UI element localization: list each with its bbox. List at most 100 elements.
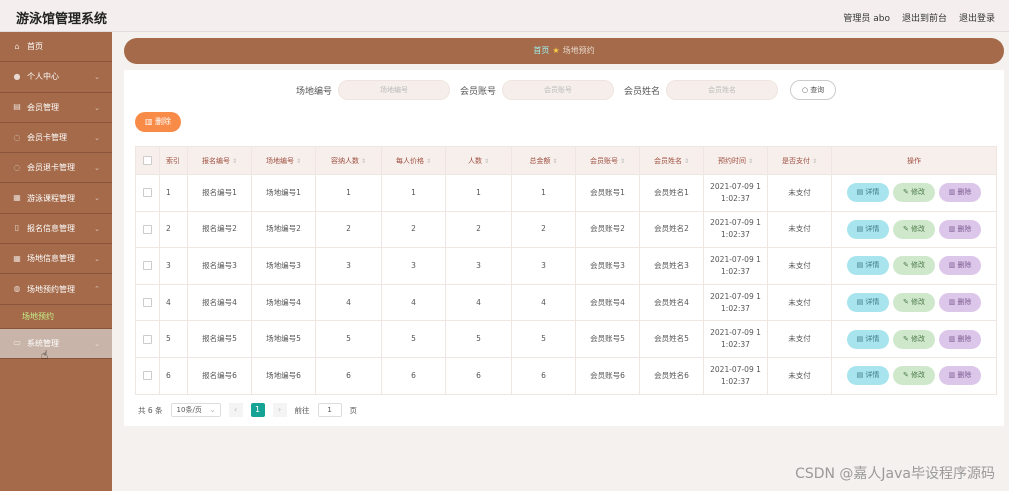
chevron-down-icon: ⌄ bbox=[94, 164, 100, 173]
logout-link[interactable]: 退出登录 bbox=[959, 11, 995, 24]
member-account-input[interactable]: 会员账号 bbox=[502, 80, 614, 100]
detail-label: 详情 bbox=[865, 371, 880, 380]
cell-venue-no: 场地编号6 bbox=[251, 356, 316, 395]
edit-button[interactable]: ✎ 修改 bbox=[893, 219, 935, 239]
cell-paid: 未支付 bbox=[767, 174, 832, 212]
cell-name: 会员姓名3 bbox=[639, 247, 704, 285]
col-signup-no[interactable]: 报名编号 ⇕ bbox=[187, 146, 252, 175]
row-checkbox[interactable] bbox=[135, 356, 160, 395]
sidebar-subitem-reservation[interactable]: 场地预约 bbox=[0, 305, 112, 329]
delete-button[interactable]: ▥ 删除 bbox=[939, 219, 981, 239]
cell-actions: ▤ 详情 ✎ 修改 ▥ 删除 bbox=[831, 210, 997, 249]
member-icon: ▤ bbox=[13, 102, 21, 112]
col-price[interactable]: 每人价格 ⇕ bbox=[381, 146, 446, 175]
delete-button[interactable]: ▥ 删除 bbox=[939, 256, 981, 276]
cell-account: 会员账号5 bbox=[575, 320, 640, 358]
detail-button[interactable]: ▤ 详情 bbox=[847, 293, 889, 313]
detail-button[interactable]: ▤ 详情 bbox=[847, 256, 889, 276]
cell-venue-no: 场地编号4 bbox=[251, 283, 316, 322]
detail-button[interactable]: ▤ 详情 bbox=[847, 183, 889, 203]
cell-price: 1 bbox=[381, 174, 446, 212]
col-name[interactable]: 会员姓名 ⇕ bbox=[639, 146, 704, 175]
sidebar-item-cards[interactable]: ◌ 会员卡管理 ⌄ bbox=[0, 123, 112, 154]
time-line-1: 2021-07-09 1 bbox=[710, 328, 761, 338]
row-checkbox[interactable] bbox=[135, 283, 160, 322]
time-line-2: 1:02:37 bbox=[721, 376, 750, 386]
col-capacity[interactable]: 容纳人数 ⇕ bbox=[315, 146, 382, 175]
edit-button[interactable]: ✎ 修改 bbox=[893, 329, 935, 349]
col-paid[interactable]: 是否支付 ⇕ bbox=[767, 146, 832, 175]
sort-icon: ⇕ bbox=[619, 157, 626, 165]
row-checkbox[interactable] bbox=[135, 247, 160, 285]
search-button[interactable]: ○ 查询 bbox=[790, 80, 837, 100]
venue-no-input[interactable]: 场地编号 bbox=[337, 80, 450, 100]
exit-to-front-link[interactable]: 退出到前台 bbox=[902, 11, 947, 24]
edit-button[interactable]: ✎ 修改 bbox=[893, 256, 935, 276]
home-icon: ⌂ bbox=[14, 41, 20, 51]
col-account[interactable]: 会员账号 ⇕ bbox=[575, 146, 640, 175]
edit-button[interactable]: ✎ 修改 bbox=[893, 183, 935, 203]
delete-button[interactable]: ▥ 删除 bbox=[939, 366, 981, 386]
venue-no-label: 场地编号 bbox=[295, 86, 332, 97]
time-line-1: 2021-07-09 1 bbox=[710, 218, 761, 228]
cell-signup-no: 报名编号4 bbox=[187, 283, 252, 322]
cell-actions: ▤ 详情 ✎ 修改 ▥ 删除 bbox=[831, 356, 997, 395]
page-1-button[interactable]: 1 bbox=[250, 403, 265, 417]
detail-button[interactable]: ▤ 详情 bbox=[847, 219, 889, 239]
detail-button[interactable]: ▤ 详情 bbox=[847, 329, 889, 349]
table-header-row: 索引 报名编号 ⇕ 场地编号 ⇕ 容纳人数 ⇕ 每人价格 ⇕ 人数 ⇕ 总金额 ⇕ 会员账号… bbox=[135, 146, 997, 175]
delete-button[interactable]: ▥ 删除 bbox=[939, 293, 981, 313]
pencil-icon: ✎ bbox=[902, 188, 909, 197]
col-venue-no[interactable]: 场地编号 ⇕ bbox=[251, 146, 316, 175]
sidebar-item-signups[interactable]: ▯ 报名信息管理 ⌄ bbox=[0, 214, 112, 245]
time-line-1: 2021-07-09 1 bbox=[710, 364, 761, 374]
row-checkbox[interactable] bbox=[135, 174, 160, 212]
reservation-table: 索引 报名编号 ⇕ 场地编号 ⇕ 容纳人数 ⇕ 每人价格 ⇕ 人数 ⇕ 总金额 ⇕ 会员账号… bbox=[135, 146, 997, 395]
page-size-select[interactable]: 10条/页 ⌄ bbox=[170, 403, 221, 417]
delete-button[interactable]: ▥ 删除 bbox=[939, 329, 981, 349]
col-actions: 操作 bbox=[831, 146, 997, 175]
cell-time: 2021-07-09 1 1:02:37 bbox=[703, 356, 768, 395]
next-page-button[interactable]: › bbox=[272, 403, 287, 417]
breadcrumb-home[interactable]: 首页 bbox=[533, 46, 549, 55]
sidebar-item-courses[interactable]: ▦ 游泳课程管理 ⌄ bbox=[0, 183, 112, 214]
cell-signup-no: 报名编号2 bbox=[187, 210, 252, 249]
detail-button[interactable]: ▤ 详情 bbox=[847, 366, 889, 386]
edit-button[interactable]: ✎ 修改 bbox=[893, 293, 935, 313]
bulk-delete-button[interactable]: ▥ 删除 bbox=[135, 112, 181, 132]
col-time[interactable]: 预约时间 ⇕ bbox=[703, 146, 768, 175]
col-label: 报名编号 bbox=[201, 156, 230, 165]
sidebar-item-system[interactable]: ▭ 系统管理 ⌄ bbox=[0, 328, 112, 359]
col-people[interactable]: 人数 ⇕ bbox=[445, 146, 512, 175]
select-all-checkbox[interactable] bbox=[135, 146, 160, 175]
bulk-delete-label: 删除 bbox=[155, 117, 172, 126]
cell-paid: 未支付 bbox=[767, 247, 832, 285]
cell-paid: 未支付 bbox=[767, 356, 832, 395]
member-name-input[interactable]: 会员姓名 bbox=[666, 80, 779, 100]
prev-page-button[interactable]: ‹ bbox=[228, 403, 243, 417]
col-label: 总金额 bbox=[529, 156, 551, 165]
goto-suffix: 页 bbox=[349, 405, 358, 415]
time-line-1: 2021-07-09 1 bbox=[710, 181, 761, 191]
sidebar-item-card-return[interactable]: ◌ 会员退卡管理 ⌄ bbox=[0, 153, 112, 184]
chevron-down-icon: ⌄ bbox=[94, 133, 100, 142]
sort-icon: ⇕ bbox=[483, 157, 490, 165]
delete-button[interactable]: ▥ 删除 bbox=[939, 183, 981, 203]
cell-account: 会员账号1 bbox=[575, 174, 640, 212]
goto-page-input[interactable]: 1 bbox=[317, 403, 342, 417]
cell-capacity: 4 bbox=[315, 283, 382, 322]
pencil-icon: ✎ bbox=[902, 371, 909, 380]
col-total[interactable]: 总金额 ⇕ bbox=[511, 146, 576, 175]
sidebar-item-members[interactable]: ▤ 会员管理 ⌄ bbox=[0, 93, 112, 123]
cell-index: 3 bbox=[159, 247, 188, 285]
sidebar-item-venues[interactable]: ▦ 场地信息管理 ⌄ bbox=[0, 244, 112, 275]
sidebar-item-home[interactable]: ⌂ 首页 bbox=[0, 32, 112, 63]
sort-icon: ⇕ bbox=[360, 157, 367, 165]
sidebar-item-profile[interactable]: ● 个人中心 ⌄ bbox=[0, 62, 112, 93]
doc-icon: ▤ bbox=[856, 261, 864, 270]
edit-button[interactable]: ✎ 修改 bbox=[893, 366, 935, 386]
sidebar-item-reservations[interactable]: ◍ 场地预约管理 ⌃ bbox=[0, 274, 112, 305]
row-checkbox[interactable] bbox=[135, 210, 160, 249]
detail-label: 详情 bbox=[865, 334, 880, 343]
row-checkbox[interactable] bbox=[135, 320, 160, 358]
